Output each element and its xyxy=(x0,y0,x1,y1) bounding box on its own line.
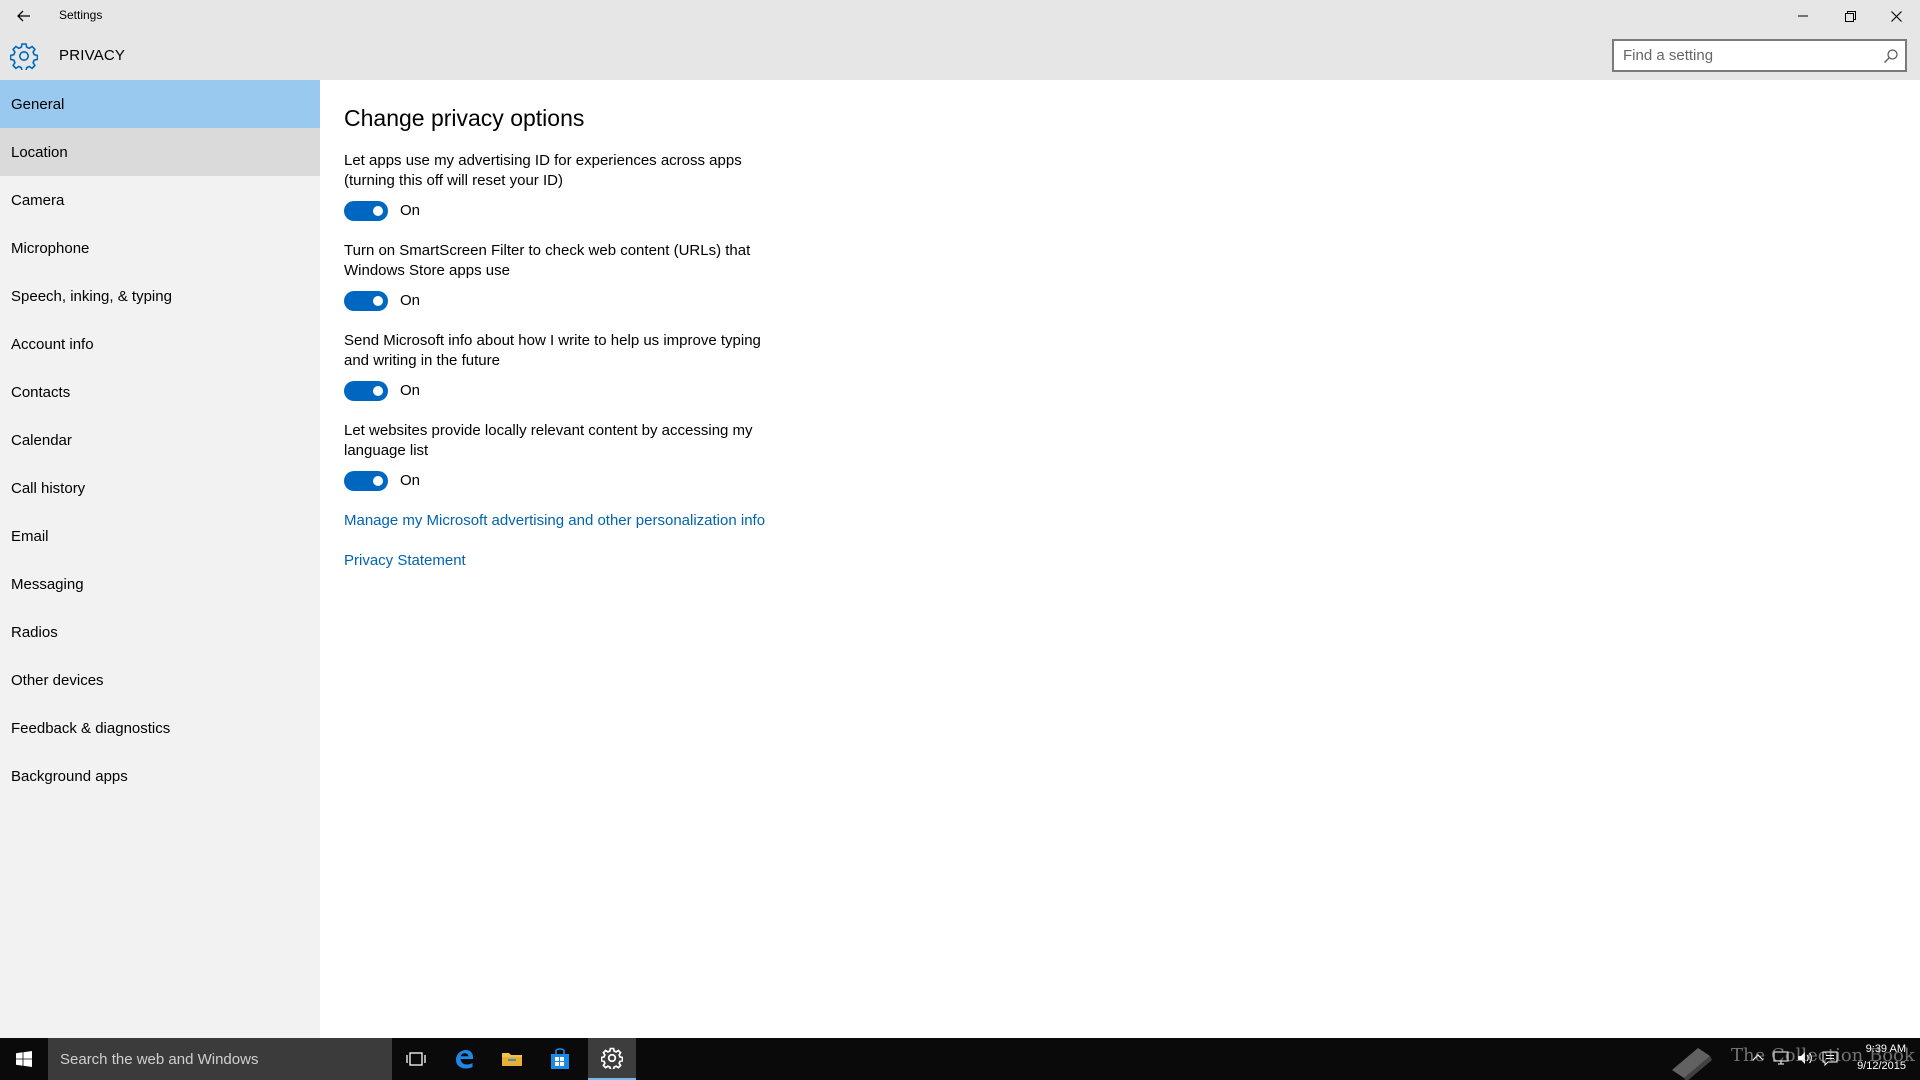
sidebar-item-calendar[interactable]: Calendar xyxy=(0,416,320,464)
taskbar-search-placeholder: Search the web and Windows xyxy=(60,1050,259,1068)
file-explorer-button[interactable] xyxy=(488,1038,536,1080)
section-title: PRIVACY xyxy=(59,47,126,64)
watermark-text: The Collection Book xyxy=(1731,1045,1915,1066)
toggle-state-label: On xyxy=(400,292,421,309)
back-button[interactable] xyxy=(6,0,42,32)
back-arrow-icon xyxy=(17,10,30,22)
option-description: Turn on SmartScreen Filter to check web … xyxy=(344,242,751,279)
sidebar-item-email[interactable]: Email xyxy=(0,512,320,560)
advertising-id-toggle[interactable] xyxy=(344,201,388,221)
start-button[interactable] xyxy=(0,1038,48,1080)
task-view-button[interactable] xyxy=(392,1038,440,1080)
sidebar-item-label: Speech, inking, & typing xyxy=(11,287,172,305)
sidebar-item-label: Feedback & diagnostics xyxy=(11,719,171,737)
sidebar-item-speech[interactable]: Speech, inking, & typing xyxy=(0,272,320,320)
sidebar-item-general[interactable]: General xyxy=(0,80,320,128)
gear-icon xyxy=(601,1047,623,1069)
main-content: Change privacy options Let apps use my a… xyxy=(320,80,1920,1038)
task-view-icon xyxy=(406,1052,426,1066)
sidebar-item-label: Contacts xyxy=(11,383,71,401)
taskbar: Search the web and Windows 9:39 AM 9/12/… xyxy=(0,1038,1920,1080)
sidebar: General Location Camera Microphone Speec… xyxy=(0,80,320,1038)
language-list-toggle[interactable] xyxy=(344,471,388,491)
sidebar-item-label: Other devices xyxy=(11,671,104,689)
toggle-knob xyxy=(373,206,383,216)
sidebar-item-feedback[interactable]: Feedback & diagnostics xyxy=(0,704,320,752)
edge-icon xyxy=(456,1050,473,1069)
sidebar-item-label: Microphone xyxy=(11,239,90,257)
page-title: Change privacy options xyxy=(344,105,585,131)
edge-button[interactable] xyxy=(440,1038,488,1080)
search-input[interactable] xyxy=(1614,41,1864,70)
sidebar-item-label: Location xyxy=(11,143,68,161)
sidebar-item-label: Camera xyxy=(11,191,65,209)
close-button[interactable] xyxy=(1873,0,1919,32)
option-description: Let apps use my advertising ID for exper… xyxy=(344,152,742,189)
restore-icon xyxy=(1844,10,1856,22)
sidebar-item-account-info[interactable]: Account info xyxy=(0,320,320,368)
toggle-knob xyxy=(373,296,383,306)
sidebar-item-label: Email xyxy=(11,527,49,545)
search-box[interactable] xyxy=(1612,39,1907,72)
taskbar-search[interactable]: Search the web and Windows xyxy=(48,1038,392,1080)
header: PRIVACY xyxy=(0,32,1920,80)
option-description: Let websites provide locally relevant co… xyxy=(344,422,753,459)
option-description: Send Microsoft info about how I write to… xyxy=(344,332,761,369)
sidebar-item-call-history[interactable]: Call history xyxy=(0,464,320,512)
privacy-statement-link[interactable]: Privacy Statement xyxy=(344,552,466,569)
manage-advertising-link[interactable]: Manage my Microsoft advertising and othe… xyxy=(344,512,765,529)
windows-logo-icon xyxy=(16,1051,32,1067)
sidebar-item-label: Messaging xyxy=(11,575,84,593)
gear-icon xyxy=(10,43,38,70)
close-icon xyxy=(1890,10,1902,22)
toggle-knob xyxy=(373,386,383,396)
sidebar-item-camera[interactable]: Camera xyxy=(0,176,320,224)
toggle-knob xyxy=(373,476,383,486)
store-button[interactable] xyxy=(536,1038,584,1080)
sidebar-item-contacts[interactable]: Contacts xyxy=(0,368,320,416)
toggle-state-label: On xyxy=(400,202,421,219)
settings-taskbar-button[interactable] xyxy=(588,1038,636,1080)
smartscreen-toggle[interactable] xyxy=(344,291,388,311)
sidebar-item-label: Call history xyxy=(11,479,86,497)
sidebar-item-label: Radios xyxy=(11,623,58,641)
search-icon[interactable] xyxy=(1883,48,1899,64)
app-title: Settings xyxy=(59,8,103,22)
store-icon xyxy=(551,1048,569,1069)
sidebar-item-other-devices[interactable]: Other devices xyxy=(0,656,320,704)
toggle-state-label: On xyxy=(400,472,421,489)
restore-button[interactable] xyxy=(1827,0,1873,32)
sidebar-item-radios[interactable]: Radios xyxy=(0,608,320,656)
minimize-icon xyxy=(1798,15,1808,17)
minimize-button[interactable] xyxy=(1780,0,1826,32)
folder-icon xyxy=(502,1053,522,1066)
sidebar-item-label: General xyxy=(11,95,65,113)
sidebar-item-location[interactable]: Location xyxy=(0,128,320,176)
sidebar-item-background-apps[interactable]: Background apps xyxy=(0,752,320,800)
sidebar-item-label: Calendar xyxy=(11,431,72,449)
sidebar-item-label: Account info xyxy=(11,335,94,353)
typing-info-toggle[interactable] xyxy=(344,381,388,401)
sidebar-item-messaging[interactable]: Messaging xyxy=(0,560,320,608)
sidebar-item-microphone[interactable]: Microphone xyxy=(0,224,320,272)
toggle-state-label: On xyxy=(400,382,421,399)
sidebar-item-label: Background apps xyxy=(11,767,128,785)
title-bar: Settings xyxy=(0,0,1920,32)
